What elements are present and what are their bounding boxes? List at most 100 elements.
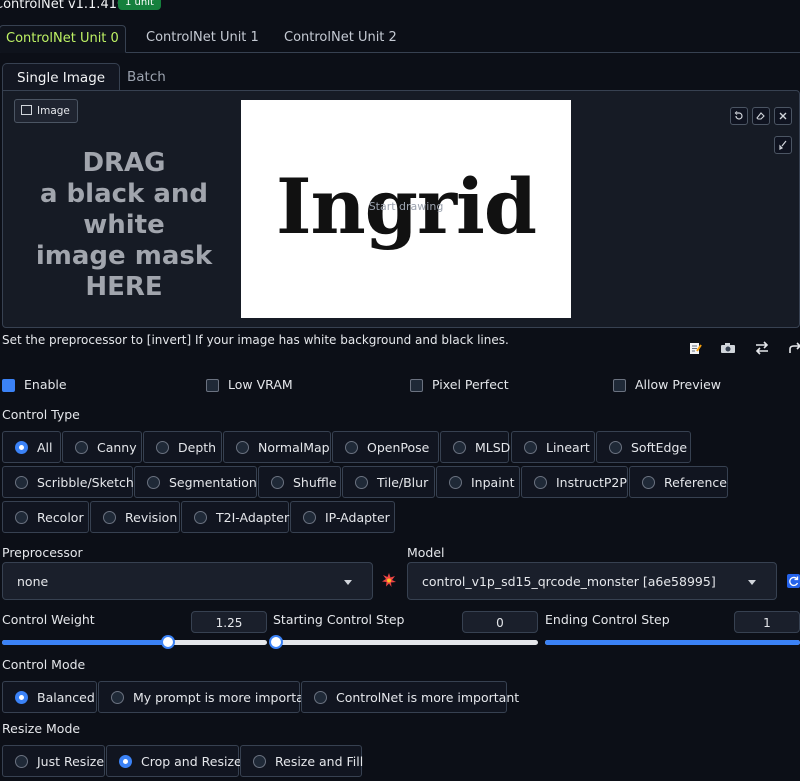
low-vram-checkbox[interactable]: Low VRAM bbox=[206, 377, 293, 393]
radio-dot-icon bbox=[15, 441, 28, 454]
enable-checkbox[interactable]: Enable bbox=[2, 377, 67, 393]
radio-label: Just Resize bbox=[37, 754, 105, 769]
control-type-ip-adapter[interactable]: IP-Adapter bbox=[290, 501, 395, 533]
radio-dot-icon bbox=[103, 511, 116, 524]
control-type-instructp2p[interactable]: InstructP2P bbox=[521, 466, 628, 498]
control-weight-slider[interactable] bbox=[2, 635, 267, 649]
control-weight-label: Control Weight bbox=[2, 612, 95, 627]
edit-notes-button[interactable] bbox=[686, 340, 704, 356]
image-icon bbox=[21, 105, 32, 115]
control-type-lineart[interactable]: Lineart bbox=[511, 431, 595, 463]
resize-mode-just-resize[interactable]: Just Resize bbox=[2, 745, 105, 777]
radio-label: Recolor bbox=[37, 510, 84, 525]
control-mode-balanced[interactable]: Balanced bbox=[2, 681, 97, 713]
starting-control-step-input[interactable]: 0 bbox=[462, 611, 538, 633]
allow-preview-checkbox[interactable]: Allow Preview bbox=[613, 377, 721, 393]
radio-label: Tile/Blur bbox=[377, 475, 429, 490]
swap-arrows-icon bbox=[755, 341, 769, 355]
radio-dot-icon bbox=[194, 511, 207, 524]
radio-dot-icon bbox=[355, 476, 368, 489]
radio-label: IP-Adapter bbox=[325, 510, 390, 525]
starting-control-step-label: Starting Control Step bbox=[273, 612, 405, 627]
control-type-mlsd[interactable]: MLSD bbox=[440, 431, 510, 463]
drawing-canvas[interactable]: Ingrid Start drawing bbox=[241, 100, 571, 318]
control-type-depth[interactable]: Depth bbox=[143, 431, 222, 463]
tab-controlnet-unit-2[interactable]: ControlNet Unit 2 bbox=[284, 25, 397, 51]
preprocessor-invert-hint: Set the preprocessor to [invert] If your… bbox=[2, 333, 509, 347]
clear-button[interactable] bbox=[774, 107, 792, 125]
arrow-up-right-icon bbox=[789, 342, 800, 353]
control-type-openpose[interactable]: OpenPose bbox=[332, 431, 439, 463]
radio-label: NormalMap bbox=[258, 440, 330, 455]
control-type-segmentation[interactable]: Segmentation bbox=[134, 466, 257, 498]
tab-controlnet-unit-0[interactable]: ControlNet Unit 0 bbox=[0, 25, 126, 53]
radio-dot-icon bbox=[609, 441, 622, 454]
pixel-perfect-checkbox[interactable]: Pixel Perfect bbox=[410, 377, 509, 393]
tab-batch[interactable]: Batch bbox=[127, 63, 166, 91]
refresh-models-button[interactable] bbox=[787, 574, 800, 588]
slider-thumb[interactable] bbox=[269, 635, 283, 649]
control-type-revision[interactable]: Revision bbox=[90, 501, 180, 533]
checkmark-icon bbox=[2, 379, 15, 392]
resize-mode-label: Resize Mode bbox=[2, 721, 81, 736]
radio-dot-icon bbox=[236, 441, 249, 454]
radio-label: InstructP2P bbox=[556, 475, 627, 490]
undo-button[interactable] bbox=[730, 107, 748, 125]
close-icon bbox=[779, 112, 787, 120]
tab-controlnet-unit-1[interactable]: ControlNet Unit 1 bbox=[146, 25, 259, 51]
eraser-button[interactable] bbox=[752, 107, 770, 125]
control-type-shuffle[interactable]: Shuffle bbox=[258, 466, 341, 498]
preprocessor-value: none bbox=[17, 574, 49, 589]
radio-dot-icon bbox=[253, 755, 266, 768]
control-type-normalmap[interactable]: NormalMap bbox=[223, 431, 331, 463]
ending-control-step-slider[interactable] bbox=[545, 640, 800, 645]
brush-button[interactable] bbox=[774, 136, 792, 154]
control-mode-controlnet-is-more-important[interactable]: ControlNet is more important bbox=[301, 681, 519, 713]
radio-dot-icon bbox=[15, 476, 28, 489]
undo-icon bbox=[734, 111, 743, 120]
control-type-recolor[interactable]: Recolor bbox=[2, 501, 89, 533]
resize-mode-crop-and-resize[interactable]: Crop and Resize bbox=[106, 745, 242, 777]
radio-dot-icon bbox=[642, 476, 655, 489]
control-type-t2i-adapter[interactable]: T2I-Adapter bbox=[181, 501, 289, 533]
brush-icon bbox=[779, 140, 787, 150]
mirror-button[interactable] bbox=[753, 340, 771, 356]
radio-label: All bbox=[37, 440, 53, 455]
model-dropdown[interactable]: control_v1p_sd15_qrcode_monster [a6e5899… bbox=[407, 562, 777, 600]
control-type-scribble-sketch[interactable]: Scribble/Sketch bbox=[2, 466, 134, 498]
unit-count-badge: 1 unit bbox=[118, 0, 161, 10]
tab-single-image[interactable]: Single Image bbox=[2, 63, 121, 92]
chevron-down-icon bbox=[344, 580, 352, 585]
run-preprocessor-button[interactable] bbox=[382, 573, 396, 590]
webcam-button[interactable] bbox=[719, 340, 737, 356]
radio-dot-icon bbox=[119, 755, 132, 768]
radio-label: OpenPose bbox=[367, 440, 430, 455]
slider-fill bbox=[545, 640, 800, 645]
radio-dot-icon bbox=[271, 476, 284, 489]
camera-icon bbox=[721, 343, 735, 353]
control-type-tile-blur[interactable]: Tile/Blur bbox=[342, 466, 435, 498]
preprocessor-dropdown[interactable]: none bbox=[2, 562, 373, 600]
control-type-inpaint[interactable]: Inpaint bbox=[436, 466, 520, 498]
control-type-all[interactable]: All bbox=[2, 431, 61, 463]
radio-label: Segmentation bbox=[169, 475, 257, 490]
control-weight-input[interactable]: 1.25 bbox=[191, 611, 267, 633]
model-value: control_v1p_sd15_qrcode_monster [a6e5899… bbox=[422, 574, 716, 589]
control-type-softedge[interactable]: SoftEdge bbox=[596, 431, 691, 463]
control-type-canny[interactable]: Canny bbox=[62, 431, 142, 463]
send-dimensions-button[interactable] bbox=[786, 340, 800, 356]
radio-dot-icon bbox=[15, 511, 28, 524]
radio-dot-icon bbox=[524, 441, 537, 454]
radio-label: Resize and Fill bbox=[275, 754, 364, 769]
ending-control-step-input[interactable]: 1 bbox=[734, 611, 800, 633]
radio-label: My prompt is more important bbox=[133, 690, 317, 705]
slider-thumb[interactable] bbox=[160, 635, 175, 649]
radio-label: Revision bbox=[125, 510, 178, 525]
control-mode-my-prompt-is-more-important[interactable]: My prompt is more important bbox=[98, 681, 317, 713]
radio-dot-icon bbox=[449, 476, 462, 489]
starting-control-step-slider[interactable] bbox=[269, 635, 538, 649]
control-type-reference[interactable]: Reference bbox=[629, 466, 728, 498]
resize-mode-resize-and-fill[interactable]: Resize and Fill bbox=[240, 745, 364, 777]
control-mode-label: Control Mode bbox=[2, 657, 86, 672]
radio-label: Inpaint bbox=[471, 475, 515, 490]
